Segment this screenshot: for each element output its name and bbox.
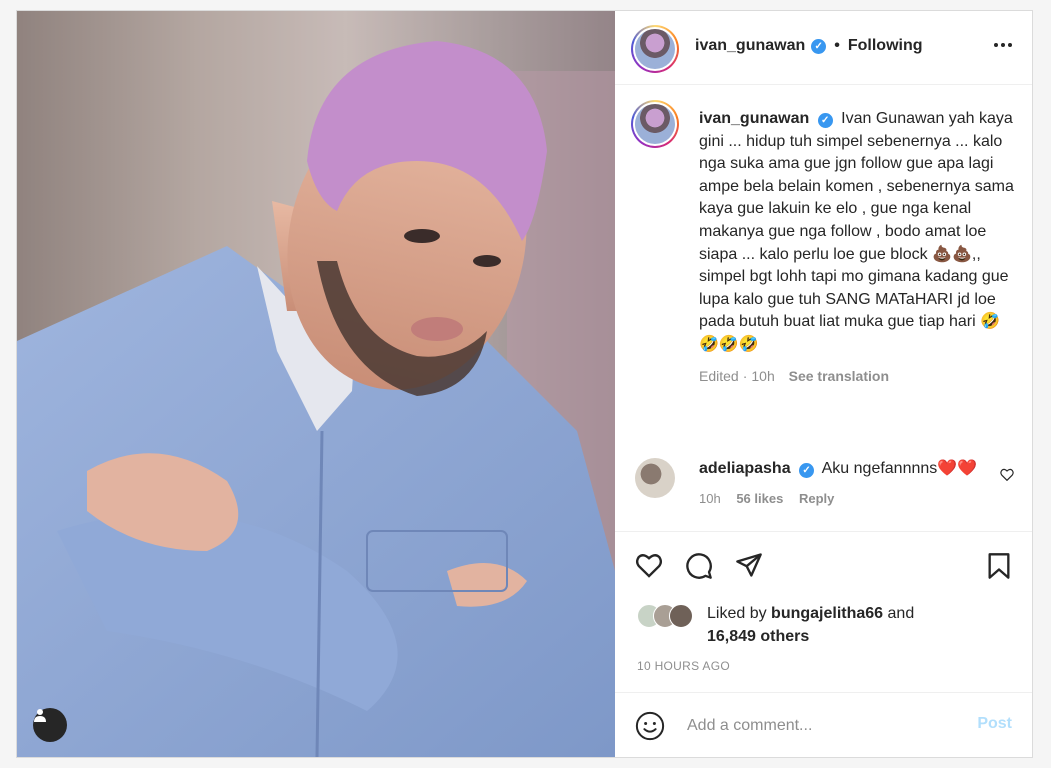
- share-button[interactable]: [735, 552, 763, 583]
- liked-by-and: and: [887, 605, 915, 622]
- comments-scroll-area[interactable]: ivan_gunawan ✓ Ivan Gunawan yah kaya gin…: [615, 86, 1032, 531]
- more-horizontal-icon: [994, 43, 998, 47]
- comment-time: 10h: [699, 491, 721, 506]
- verified-badge-icon: ✓: [799, 463, 815, 478]
- post-timestamp[interactable]: 10 HOURS AGO: [637, 659, 730, 673]
- liked-by-prefix: Liked by: [707, 605, 767, 622]
- save-button[interactable]: [987, 552, 1011, 585]
- portrait-illustration: [17, 11, 615, 757]
- caption-text: Ivan Gunawan yah kaya gini ... hidup tuh…: [699, 110, 1014, 353]
- add-comment-input[interactable]: [685, 713, 949, 739]
- separator-dot: •: [834, 37, 840, 54]
- post-image[interactable]: [17, 11, 615, 757]
- comment-bubble-icon: [686, 553, 712, 579]
- commenter-avatar[interactable]: [635, 458, 675, 498]
- verified-badge-icon: ✓: [811, 38, 827, 54]
- heart-icon: [635, 554, 663, 578]
- liked-by-avatars[interactable]: [637, 604, 707, 628]
- liker-avatar: [669, 604, 693, 628]
- add-comment-bar: Post: [615, 692, 1032, 757]
- caption-avatar[interactable]: [631, 100, 679, 148]
- user-tag-button[interactable]: [33, 708, 67, 742]
- following-button[interactable]: Following: [848, 37, 923, 55]
- caption-username[interactable]: ivan_gunawan: [699, 110, 809, 127]
- avatar[interactable]: [631, 25, 679, 73]
- comment-likes-link[interactable]: 56 likes: [736, 491, 783, 506]
- liked-by-others-link[interactable]: 16,849 others: [707, 628, 809, 645]
- user-tag-icon: [34, 709, 46, 722]
- post-dialog: ivan_gunawan ✓ • Following ivan_gunawan …: [16, 10, 1033, 758]
- post-comment-button[interactable]: Post: [977, 715, 1012, 733]
- comment-item: adeliapasha ✓ Aku ngefannnns❤️❤️ 10h 56 …: [699, 458, 989, 510]
- header-user: ivan_gunawan ✓ • Following: [695, 37, 923, 55]
- caption: ivan_gunawan ✓ Ivan Gunawan yah kaya gin…: [699, 108, 1015, 387]
- heart-icon: [1000, 468, 1014, 482]
- comment-reply-button[interactable]: Reply: [799, 491, 834, 506]
- edited-time[interactable]: 10h: [751, 368, 774, 384]
- liked-by-user-link[interactable]: bungajelitha66: [771, 605, 883, 622]
- comment-like-button[interactable]: [1000, 468, 1014, 486]
- username-link[interactable]: ivan_gunawan: [695, 37, 805, 55]
- comment-text: Aku ngefannnns❤️❤️: [821, 460, 978, 477]
- emoji-button[interactable]: [635, 711, 665, 746]
- verified-badge-icon: ✓: [817, 113, 833, 128]
- comment-meta: 10h 56 likes Reply: [699, 488, 989, 510]
- bookmark-icon: [988, 553, 1010, 579]
- commenter-username[interactable]: adeliapasha: [699, 460, 791, 477]
- post-header: ivan_gunawan ✓ • Following: [615, 11, 1032, 85]
- comment-button[interactable]: [685, 552, 713, 585]
- post-side-panel: ivan_gunawan ✓ • Following ivan_gunawan …: [615, 11, 1032, 757]
- smiley-icon: [635, 711, 665, 741]
- see-translation-link[interactable]: See translation: [789, 368, 889, 384]
- post-actions: Liked by bungajelitha66 and 16,849 other…: [615, 531, 1032, 703]
- more-options-button[interactable]: [990, 37, 1016, 53]
- edited-label: Edited: [699, 367, 739, 384]
- liked-by-text: Liked by bungajelitha66 and 16,849 other…: [707, 602, 914, 648]
- paper-plane-icon: [736, 553, 762, 577]
- like-button[interactable]: [635, 552, 663, 583]
- caption-meta: Edited · 10h See translation: [699, 367, 889, 384]
